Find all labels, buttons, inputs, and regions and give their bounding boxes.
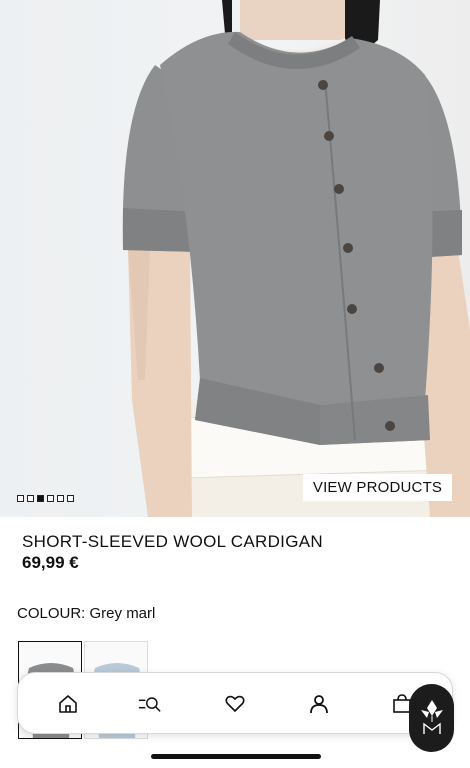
gallery-dot[interactable] [27,495,34,502]
gallery-dot[interactable] [47,495,54,502]
heart-icon[interactable] [223,693,247,715]
view-products-button[interactable]: VIEW PRODUCTS [303,474,452,501]
product-photo-illustration [122,0,470,517]
product-price: 69,99 € [22,553,79,572]
gallery-dot[interactable] [57,495,64,502]
gallery-dot[interactable] [67,495,74,502]
search-menu-icon[interactable] [138,693,162,715]
colour-selector-label: COLOUR: Grey marl [17,605,155,622]
home-indicator [151,754,321,759]
gallery-pagination [17,495,74,502]
colour-value: Grey marl [89,605,156,622]
assistant-logo-icon [420,700,443,734]
home-icon[interactable] [56,693,80,715]
bottom-navigation [17,672,453,734]
assistant-button[interactable] [409,684,454,752]
product-image[interactable]: VIEW PRODUCTS [0,0,470,517]
colour-label: COLOUR: [17,605,86,622]
gallery-dot-active[interactable] [37,495,44,502]
user-icon[interactable] [307,693,331,715]
product-title: SHORT-SLEEVED WOOL CARDIGAN [22,532,323,551]
gallery-dot[interactable] [17,495,24,502]
